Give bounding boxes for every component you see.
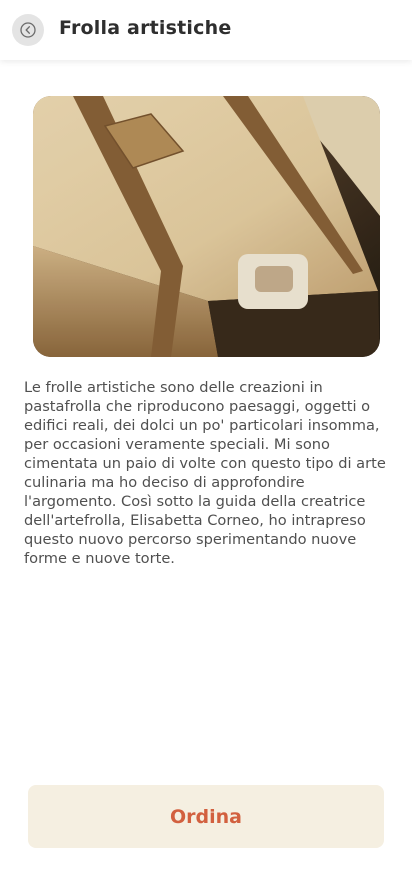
description-text: Le frolle artistiche sono delle creazion… bbox=[24, 379, 386, 567]
back-button[interactable] bbox=[12, 14, 44, 46]
page-title: Frolla artistiche bbox=[59, 17, 232, 39]
app-header: Frolla artistiche bbox=[0, 0, 412, 60]
order-button[interactable]: Ordina bbox=[28, 785, 384, 848]
hero-image bbox=[33, 96, 380, 357]
chevron-left-circle-icon bbox=[20, 22, 36, 38]
order-button-label: Ordina bbox=[170, 805, 242, 828]
